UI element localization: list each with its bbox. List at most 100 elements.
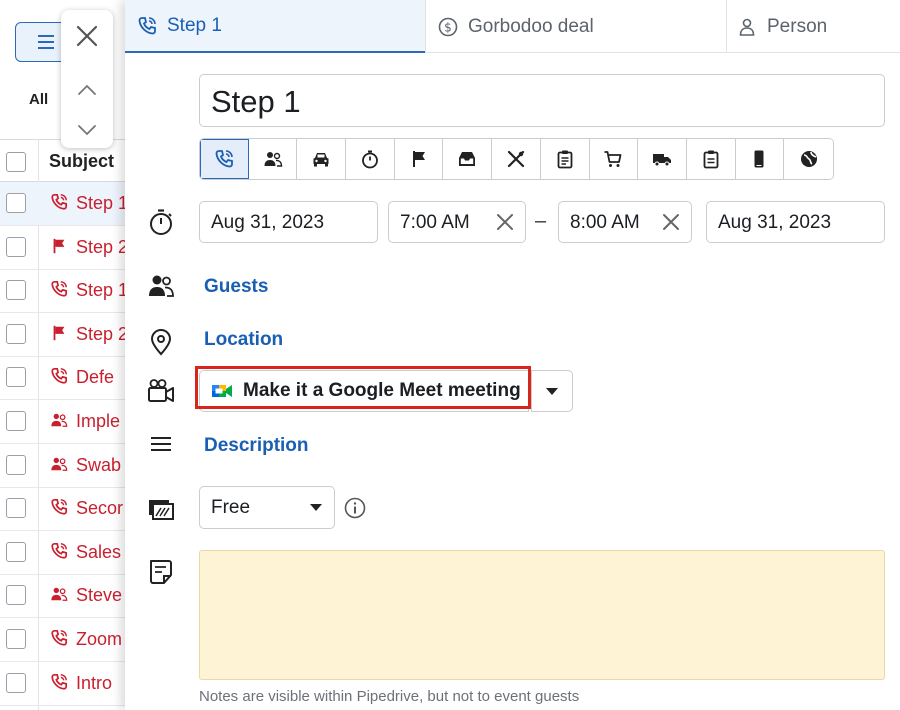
list-item[interactable]: Step 1 bbox=[0, 269, 130, 314]
start-time-value: 7:00 AM bbox=[400, 212, 470, 233]
inbox-icon bbox=[459, 152, 476, 166]
phone-icon bbox=[50, 193, 68, 211]
svg-text:$: $ bbox=[444, 20, 452, 34]
type-checklist-button[interactable] bbox=[686, 139, 736, 179]
close-button[interactable] bbox=[73, 22, 101, 50]
people-icon bbox=[149, 275, 174, 297]
type-call-button[interactable] bbox=[200, 139, 249, 179]
close-icon bbox=[76, 25, 98, 47]
dollar-circle-icon: $ bbox=[438, 17, 458, 36]
select-all-checkbox[interactable] bbox=[6, 152, 26, 172]
row-subject[interactable]: Sales bbox=[76, 542, 121, 563]
list-item[interactable]: Step 2 bbox=[0, 313, 130, 357]
previous-button[interactable] bbox=[73, 76, 101, 104]
row-checkbox[interactable] bbox=[6, 323, 26, 344]
end-date-input[interactable]: Aug 31, 2023 bbox=[706, 201, 885, 243]
row-checkbox[interactable] bbox=[6, 585, 26, 606]
car-icon bbox=[313, 153, 329, 167]
row-checkbox[interactable] bbox=[6, 236, 26, 257]
type-meeting-button[interactable] bbox=[248, 139, 298, 179]
tab-deal[interactable]: $ Gorbodoo deal bbox=[426, 0, 726, 53]
panel-tabs: Step 1 $ Gorbodoo deal Person bbox=[125, 0, 900, 53]
row-checkbox[interactable] bbox=[6, 367, 26, 388]
description-lines-icon bbox=[151, 437, 171, 451]
row-checkbox[interactable] bbox=[6, 629, 26, 649]
type-cart-button[interactable] bbox=[589, 139, 639, 179]
type-delivery-button[interactable] bbox=[638, 139, 687, 179]
notes-textarea[interactable] bbox=[199, 550, 885, 680]
row-checkbox[interactable] bbox=[6, 454, 26, 475]
list-item[interactable]: Steve bbox=[0, 574, 130, 619]
next-button[interactable] bbox=[73, 116, 101, 144]
row-subject[interactable]: Step 2 bbox=[76, 237, 128, 258]
tab-deal-label: Gorbodoo deal bbox=[468, 15, 594, 37]
row-subject[interactable]: Zoom bbox=[76, 629, 122, 650]
list-item[interactable]: Intro bbox=[0, 662, 130, 706]
list-item[interactable]: Zoom bbox=[0, 618, 130, 662]
end-time-input[interactable]: 8:00 AM bbox=[558, 201, 692, 243]
flag-icon bbox=[50, 237, 68, 255]
type-lunch-button[interactable] bbox=[492, 139, 541, 179]
clear-icon[interactable] bbox=[495, 212, 515, 232]
row-subject[interactable]: Step 1 bbox=[76, 193, 128, 214]
type-flag-button[interactable] bbox=[394, 139, 444, 179]
row-checkbox[interactable] bbox=[6, 498, 26, 519]
filter-all-tab[interactable]: All bbox=[29, 91, 48, 108]
clear-icon[interactable] bbox=[661, 212, 681, 232]
activity-title-input[interactable]: Step 1 bbox=[199, 74, 885, 127]
row-subject[interactable]: Defe bbox=[76, 367, 114, 388]
row-checkbox[interactable] bbox=[6, 280, 26, 301]
row-checkbox[interactable] bbox=[6, 672, 26, 693]
start-time-input[interactable]: 7:00 AM bbox=[388, 201, 526, 243]
chevron-up-icon bbox=[78, 84, 96, 95]
add-description-link[interactable]: Description bbox=[204, 435, 309, 457]
end-time-value: 8:00 AM bbox=[570, 212, 640, 233]
row-subject[interactable]: Step 2 bbox=[76, 324, 128, 345]
list-item[interactable]: Sales bbox=[0, 531, 130, 575]
phone-icon bbox=[138, 16, 156, 34]
type-mobile-button[interactable] bbox=[735, 139, 785, 179]
busy-free-select[interactable]: Free bbox=[199, 486, 335, 529]
conferencing-options-dropdown[interactable] bbox=[531, 370, 573, 412]
list-item[interactable]: Defe bbox=[0, 356, 130, 401]
video-camera-icon bbox=[148, 379, 174, 402]
flag-icon bbox=[50, 324, 68, 342]
row-checkbox[interactable] bbox=[6, 193, 26, 213]
tab-person[interactable]: Person bbox=[727, 0, 900, 53]
row-subject[interactable]: Steve bbox=[76, 585, 122, 606]
row-checkbox[interactable] bbox=[6, 411, 26, 431]
type-email-button[interactable] bbox=[443, 139, 493, 179]
calendar-busy-icon bbox=[149, 500, 174, 520]
list-item[interactable]: Step 2 bbox=[0, 226, 130, 270]
type-deadline-button[interactable] bbox=[346, 139, 395, 179]
phone-icon bbox=[50, 367, 68, 385]
row-subject[interactable]: Secor bbox=[76, 498, 123, 519]
add-guests-link[interactable]: Guests bbox=[204, 276, 268, 298]
stopwatch-icon bbox=[362, 150, 378, 169]
row-subject[interactable]: Step 1 bbox=[76, 280, 128, 301]
row-subject[interactable]: Intro bbox=[76, 673, 112, 694]
subject-column-header[interactable]: Subject bbox=[49, 151, 114, 172]
google-meet-icon bbox=[212, 385, 232, 397]
activity-editor-panel: Step 1 $ Gorbodoo deal Person Step 1 Aug… bbox=[125, 0, 900, 710]
truck-icon bbox=[653, 154, 672, 167]
list-item[interactable]: Step 1 bbox=[0, 182, 130, 226]
info-icon[interactable] bbox=[344, 497, 366, 519]
phone-icon bbox=[50, 498, 68, 516]
add-location-link[interactable]: Location bbox=[204, 329, 283, 351]
google-meet-button[interactable]: Make it a Google Meet meeting bbox=[199, 370, 529, 412]
list-item[interactable]: Secor bbox=[0, 487, 130, 532]
type-web-button[interactable] bbox=[784, 139, 833, 179]
person-icon bbox=[739, 18, 755, 36]
row-subject[interactable]: Imple bbox=[76, 411, 120, 432]
list-item[interactable]: Imple bbox=[0, 400, 130, 444]
people-icon bbox=[264, 152, 282, 167]
row-subject[interactable]: Swab bbox=[76, 455, 121, 476]
tab-activity[interactable]: Step 1 bbox=[125, 0, 425, 53]
type-task-button[interactable] bbox=[540, 139, 590, 179]
flag-icon bbox=[412, 151, 425, 167]
row-checkbox[interactable] bbox=[6, 541, 26, 562]
type-car-button[interactable] bbox=[297, 139, 347, 179]
list-item[interactable]: Swab bbox=[0, 444, 130, 488]
start-date-input[interactable]: Aug 31, 2023 bbox=[199, 201, 378, 243]
